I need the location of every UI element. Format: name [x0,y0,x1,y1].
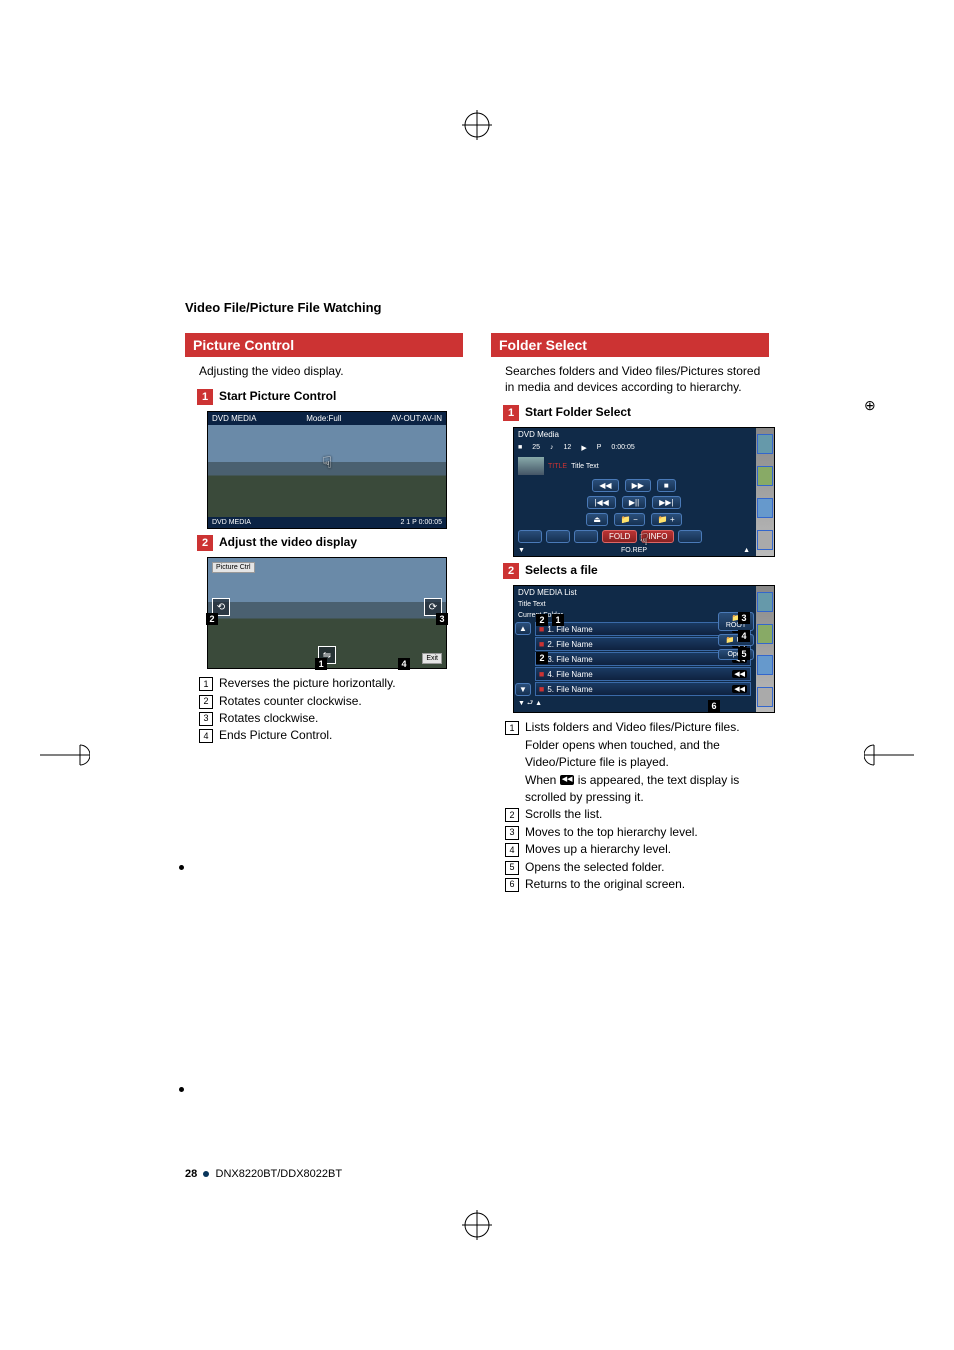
legend-num: 1 [199,677,213,691]
next-button[interactable]: ▶▶| [652,496,680,509]
step-number-1r: 1 [503,405,519,421]
screenshot-picture-control-adjust: Picture Ctrl ⟲ ⟳ ⇋ 2 3 1 4 Exit [207,557,447,669]
fastfwd-button[interactable]: ▶▶ [625,479,651,492]
step-label-1r: Start Folder Select [525,405,631,419]
val-c: P [597,444,602,452]
step-label-1l: Start Picture Control [219,389,336,403]
legend-text: Scrolls the list. [525,806,769,823]
legend-text: Opens the selected folder. [525,859,769,876]
scroll-indicator-icon: ◀◀ [560,775,575,785]
legend-right: 1 Lists folders and Video files/Picture … [505,719,769,893]
step-label-2l: Adjust the video display [219,535,357,549]
legend-num: 4 [505,843,519,857]
page-footer: 28 DNX8220BT/DDX8022BT [185,1168,342,1180]
crop-mark-bottom [462,1210,492,1240]
legend-num: 6 [505,878,519,892]
thumbnail-icon [518,457,544,475]
exit-button[interactable]: Exit [422,653,442,664]
list-sub1: Title Text [514,599,754,610]
blank-btn[interactable] [546,530,570,543]
right-column: Folder Select Searches folders and Video… [491,333,769,899]
list-title: DVD MEDIA List [514,586,754,599]
blank-btn[interactable] [574,530,598,543]
intro-right: Searches folders and Video files/Picture… [505,363,769,395]
ss1-bottom-vals: 2 1 P 0:00:05 [400,519,442,526]
section-header-left: Picture Control [185,333,463,357]
legend-text: Returns to the original screen. [525,876,769,893]
legend-text: Moves to the top hierarchy level. [525,824,769,841]
legend-num: 5 [505,861,519,875]
legend-num: 3 [199,712,213,726]
step-number-2l: 2 [197,535,213,551]
list-item[interactable]: ■5. File Name◀◀ [535,682,751,696]
step-number-1l: 1 [197,389,213,405]
legend-text: Reverses the picture horizontally. [219,675,463,692]
hand-cursor-icon: ☟ [322,453,332,473]
picture-ctrl-label: Picture Ctrl [212,562,255,573]
ss1-title-left: DVD MEDIA [212,414,256,423]
val-d: 0:00:05 [611,444,634,452]
ss1-bottom-left: DVD MEDIA [212,519,251,526]
list-item[interactable]: ■4. File Name◀◀ [535,667,751,681]
screenshot-folder-list: DVD MEDIA List Title Text Current Folder… [513,585,753,713]
legend-text: Rotates clockwise. [219,710,463,727]
prev-button[interactable]: |◀◀ [587,496,615,509]
stop-button[interactable]: ■ [657,479,676,492]
folder-next-button[interactable]: 📁 + [651,513,682,526]
eject-button[interactable]: ⏏ [586,513,608,526]
bullet-marker [179,865,184,870]
legend-text: Ends Picture Control. [219,727,463,744]
page-number: 28 [185,1168,197,1180]
blank-btn[interactable] [678,530,702,543]
hand-cursor-icon: ☟ [639,530,649,550]
step-label-2r: Selects a file [525,563,598,577]
intro-left: Adjusting the video display. [199,363,463,379]
val-a: 25 [532,444,540,452]
crop-mark-top [462,110,492,140]
playpause-button[interactable]: ▶|| [622,496,646,509]
player-title: DVD Media [514,428,754,441]
folder-prev-button[interactable]: 📁 − [614,513,645,526]
legend-num: 2 [505,808,519,822]
registration-mark-left [40,730,90,780]
side-tabs[interactable] [756,428,774,556]
legend-text: Moves up a hierarchy level. [525,841,769,858]
scroll-down-button[interactable]: ▼ [515,683,531,696]
breadcrumb: Video File/Picture File Watching [185,300,769,315]
svg-text:⊕: ⊕ [864,397,876,413]
side-tabs[interactable] [756,586,774,712]
legend-left: 1 Reverses the picture horizontally. 2 Rot… [199,675,463,745]
legend-num: 2 [199,695,213,709]
legend-num: 1 [505,721,519,735]
step-number-2r: 2 [503,563,519,579]
legend-num: 4 [199,729,213,743]
registration-mark-right-1: ⊕ [864,380,914,430]
rewind-button[interactable]: ◀◀ [592,479,618,492]
legend-num: 3 [505,826,519,840]
ss1-title-right: AV-OUT:AV-IN [391,414,442,423]
ss1-title-mid: Mode:Full [306,414,341,423]
left-column: Picture Control Adjusting the video disp… [185,333,463,899]
return-button[interactable]: ⮐ [527,700,533,707]
section-header-right: Folder Select [491,333,769,357]
screenshot-picture-control-start: DVD MEDIA Mode:Full AV-OUT:AV-IN ☟ DVD M… [207,411,447,529]
screenshot-folder-select-start: DVD Media ■ 25 ♪ 12 ▶ P 0:00:05 TITLE Ti… [513,427,753,557]
registration-mark-right-2 [864,730,914,780]
legend-text: Rotates counter clockwise. [219,693,463,710]
title-text: Title Text [571,463,599,470]
model-name: DNX8220BT/DDX8022BT [216,1168,343,1180]
fold-button[interactable]: FOLD [602,530,637,543]
val-b: 12 [564,444,572,452]
scroll-up-button[interactable]: ▲ [515,622,531,635]
legend-text: Lists folders and Video files/Picture fi… [525,719,769,806]
bullet-marker [179,1087,184,1092]
blank-btn[interactable] [518,530,542,543]
